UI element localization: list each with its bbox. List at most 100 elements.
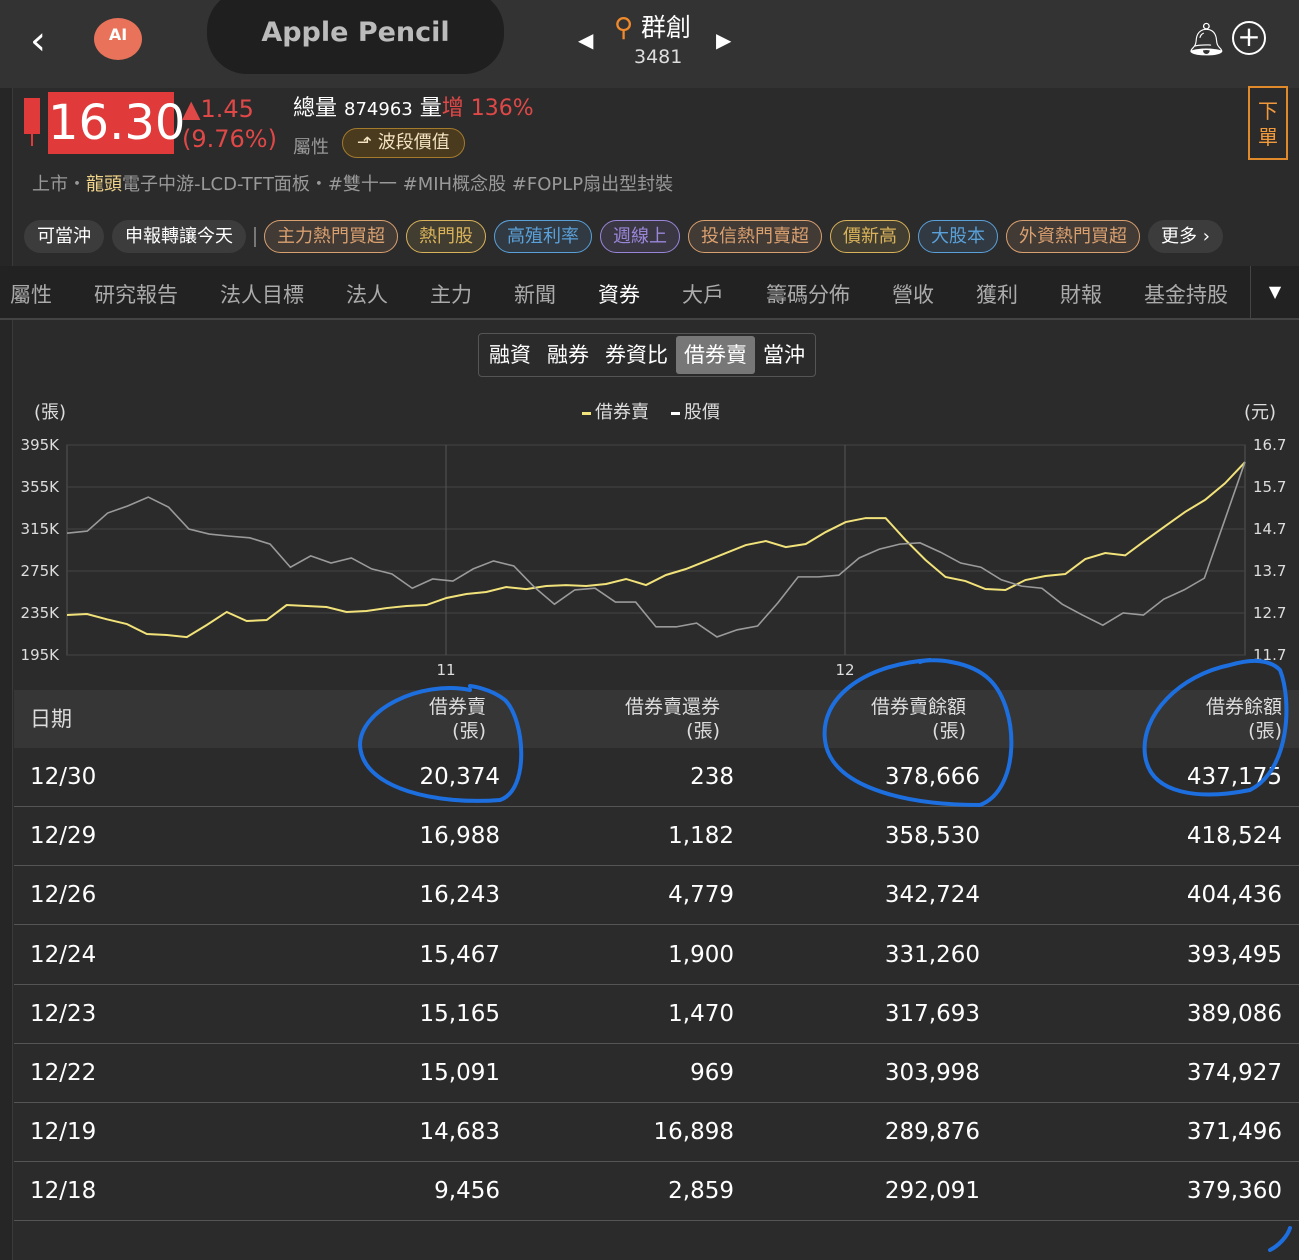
price-change: ▲1.45 (9.76%) [182,94,277,154]
back-button[interactable]: ‹ [30,18,46,64]
chip-row: 可當沖 申報轉讓今天 主力熱門買超 熱門股 高殖利率 週線上 投信熱門賣超 價新高 大股本 外資熱… [24,220,1223,253]
table-cell: 15,091 [419,1060,500,1086]
market: 上市 [32,174,68,195]
table-row[interactable]: 12/19 14,683 16,898 289,876 371,496 [14,1103,1299,1163]
right-tick-label: 14.7 [1253,520,1286,538]
column-header: 借券賣 (張) [429,695,486,743]
tag-chip[interactable]: 價新高 [830,220,910,253]
column-header: 借券賣還券 (張) [625,695,720,743]
stock-search[interactable]: ⚲ 群創 [614,8,691,44]
candle-icon [24,98,40,134]
tag-chip[interactable]: 大股本 [918,220,998,253]
prev-stock-button[interactable]: ◀ [578,28,593,52]
table-cell: 15,165 [419,1000,500,1027]
tag-chip[interactable]: 更多 › [1148,220,1223,253]
leader-tag[interactable]: 龍頭 [86,174,122,195]
next-stock-button[interactable]: ▶ [716,28,731,52]
wave-value-button[interactable]: ⬏ 波段價值 [342,128,465,158]
tag-chip[interactable]: 週線上 [600,220,680,253]
tabs: 屬性 研究報告 法人目標 法人 主力 新聞 資券 大戶 籌碼分佈 營收 獲利 財報 基金持股 [10,279,1249,309]
legend-swatch [671,411,680,415]
order-button[interactable]: 下單 [1248,86,1288,160]
subtab-3[interactable]: 借券賣 [676,336,755,374]
tab-0[interactable]: 屬性 [10,279,73,309]
subtab-0[interactable]: 融資 [481,336,539,374]
header-unit: (張) [1248,720,1282,742]
tag-chip[interactable]: 可當沖 [24,220,104,253]
tab-9[interactable]: 營收 [871,279,955,309]
table-cell: 358,530 [884,823,980,850]
table-cell: 418,524 [1186,823,1282,850]
subtab-2[interactable]: 券資比 [597,336,676,374]
table-cell: 16,898 [653,1119,734,1146]
trend-icon: ⬏ [357,132,378,153]
tab-6[interactable]: 資券 [577,279,661,309]
plot-frame [66,444,1246,656]
wave-label: 波段價值 [377,132,450,153]
vol-inc-label: 量 [419,96,442,121]
table-row[interactable]: 12/26 16,243 4,779 342,724 404,436 [14,866,1299,926]
table-cell: 969 [690,1060,734,1086]
tab-10[interactable]: 獲利 [955,279,1039,309]
left-axis-unit: (張) [34,402,67,423]
table-cell: 14,683 [419,1119,500,1146]
table-row[interactable]: 12/18 9,456 2,859 292,091 379,360 [14,1162,1299,1222]
tag-chip[interactable]: 熱門股 [406,220,486,253]
table-row[interactable]: 12/29 16,988 1,182 358,530 418,524 [14,807,1299,867]
price: 16.30 [48,92,185,154]
header-line: 日期 [30,707,72,731]
subtab-4[interactable]: 當沖 [755,336,813,374]
tag-chip[interactable]: 高殖利率 [494,220,592,253]
table-cell: 389,086 [1186,1000,1282,1027]
change-pct: (9.76%) [182,125,277,153]
tab-11[interactable]: 財報 [1039,279,1123,309]
vol-inc-word: 增 [441,96,464,121]
series-line-0 [66,461,1246,639]
right-tick-label: 12.7 [1253,604,1286,622]
sep: ・ [68,174,86,195]
tab-3[interactable]: 法人 [325,279,409,309]
table-row[interactable]: 12/24 15,467 1,900 331,260 393,495 [14,926,1299,985]
header-line: 借券賣 [428,696,486,718]
table-cell: 393,495 [1186,941,1282,968]
column-header: 借券餘額 (張) [1206,695,1282,743]
table-row[interactable]: 12/23 15,165 1,470 317,693 389,086 [14,985,1299,1044]
table-cell: 437,175 [1186,764,1282,790]
ai-robot-icon[interactable]: AI [94,18,142,60]
tag-chip[interactable]: 外資熱門買超 [1006,220,1140,253]
table-row[interactable]: 12/22 15,091 969 303,998 374,927 [14,1044,1299,1103]
tab-12[interactable]: 基金持股 [1123,279,1249,309]
header-line: 借券賣還券 [624,696,720,718]
tag-chip[interactable]: 投信熱門賣超 [688,220,822,253]
table-cell: 379,360 [1186,1178,1282,1205]
table-cell: 1,470 [668,1000,734,1027]
industry[interactable]: 電子中游-LCD-TFT面板 [122,174,310,195]
table-cell: 12/30 [30,764,97,790]
table-cell: 16,988 [419,823,500,850]
search-icon: ⚲ [614,13,634,43]
tag-chip[interactable]: 申報轉讓今天 [112,220,246,253]
tab-7[interactable]: 大戶 [661,279,745,309]
annotation-stroke [1268,1226,1292,1252]
table-cell: 404,436 [1186,882,1282,909]
table-row[interactable]: 12/30 20,374 238 378,666 437,175 [14,748,1299,807]
tab-dropdown-icon[interactable]: ▼ [1250,266,1299,318]
right-axis-unit: (元) [1244,402,1277,423]
subtab-1[interactable]: 融券 [539,336,597,374]
tag-chip[interactable]: 主力熱門買超 [264,220,398,253]
tab-5[interactable]: 新聞 [493,279,577,309]
table-cell: 4,779 [668,882,734,909]
table-cell: 289,876 [884,1119,980,1146]
hashtags[interactable]: #雙十一 #MIH概念股 #FOPLP扇出型封裝 [328,174,673,195]
vol-inc-pct: 136% [470,96,534,121]
tab-2[interactable]: 法人目標 [199,279,325,309]
search-pill[interactable]: Apple Pencil [207,0,504,74]
attr-label: 屬性 [293,137,329,158]
tab-4[interactable]: 主力 [409,279,493,309]
bell-icon[interactable]: 🔔︎ [1186,20,1227,58]
tab-1[interactable]: 研究報告 [73,279,199,309]
tab-8[interactable]: 籌碼分佈 [745,279,871,309]
table-cell: 292,091 [884,1178,980,1205]
plus-circle-icon[interactable]: + [1232,21,1266,55]
table-cell: 12/26 [30,882,97,909]
